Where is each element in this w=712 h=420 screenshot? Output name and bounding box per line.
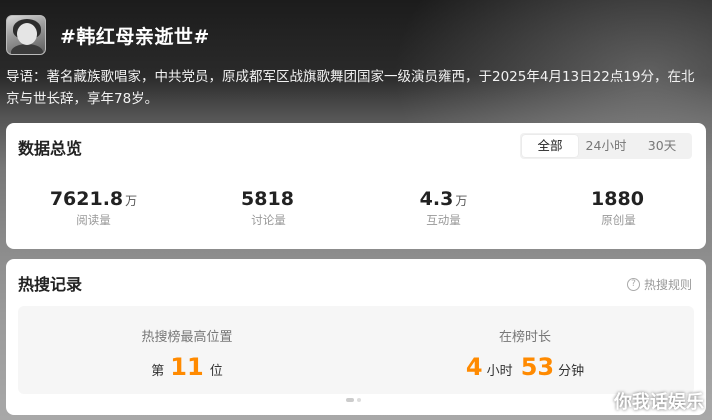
stats-row: 7621.8 万 阅读量 5818 讨论量 4.3 万 互动量 1880 原创量 — [6, 188, 706, 228]
stat-interactions: 4.3 万 互动量 — [356, 188, 531, 228]
peak-value-row: 第 11 位 — [18, 353, 356, 381]
page-dot-active — [346, 398, 354, 402]
peak-prefix: 第 — [151, 364, 165, 379]
hot-search-title: 热搜记录 — [18, 275, 83, 294]
peak-value: 11 — [170, 353, 204, 381]
tab-30d[interactable]: 30天 — [634, 135, 690, 157]
topic-title: #韩红母亲逝世# — [60, 25, 210, 48]
duration-minutes: 53 — [520, 353, 555, 381]
stat-reads: 7621.8 万 阅读量 — [6, 188, 181, 228]
peak-suffix: 位 — [209, 364, 223, 379]
stat-originals: 1880 原创量 — [531, 188, 706, 228]
stat-value: 7621.8 — [49, 188, 124, 210]
topic-header: #韩红母亲逝世# — [6, 14, 210, 56]
minutes-unit: 分钟 — [558, 364, 585, 379]
stat-label: 阅读量 — [76, 213, 111, 227]
rules-label: 热搜规则 — [643, 278, 692, 292]
stat-value: 5818 — [241, 188, 294, 210]
hot-search-rules-link[interactable]: ? 热搜规则 — [626, 276, 692, 293]
peak-label: 热搜榜最高位置 — [141, 330, 233, 345]
duration-hours: 4 — [465, 353, 483, 381]
topic-avatar[interactable] — [6, 15, 46, 55]
stat-label: 讨论量 — [251, 213, 286, 227]
stat-unit: 万 — [125, 194, 138, 208]
duration-label: 在榜时长 — [498, 330, 551, 345]
stat-discussions: 5818 讨论量 — [181, 188, 356, 228]
page-dot — [357, 398, 361, 402]
on-list-duration: 在榜时长 4 小时 53 分钟 — [356, 306, 694, 394]
topic-intro: 导语：著名藏族歌唱家，中共党员，原成都军区战旗歌舞团国家一级演员雍西，于2025… — [6, 69, 695, 107]
stat-value: 1880 — [591, 188, 644, 210]
stat-value: 4.3 — [419, 188, 454, 210]
avatar-body — [11, 44, 43, 54]
peak-position: 热搜榜最高位置 第 11 位 — [18, 306, 356, 394]
hot-search-record-panel: 热搜榜最高位置 第 11 位 在榜时长 4 小时 53 分钟 — [18, 306, 694, 394]
hot-search-card: 热搜记录 ? 热搜规则 热搜榜最高位置 第 11 位 在榜时长 4 小时 53 分钟 — [6, 259, 706, 415]
watermark: 你我话娱乐 — [614, 392, 704, 413]
question-icon: ? — [626, 278, 640, 291]
duration-value-row: 4 小时 53 分钟 — [356, 353, 694, 381]
hours-unit: 小时 — [486, 364, 513, 379]
avatar-face — [17, 23, 37, 45]
data-overview-card: 数据总览 全部 24小时 30天 7621.8 万 阅读量 5818 讨论量 4.… — [6, 123, 706, 249]
stat-unit: 万 — [455, 194, 468, 208]
stat-label: 原创量 — [601, 213, 636, 227]
tab-24h[interactable]: 24小时 — [578, 135, 634, 157]
overview-title: 数据总览 — [18, 139, 83, 158]
time-range-segmented-control: 全部 24小时 30天 — [520, 133, 692, 159]
tab-all[interactable]: 全部 — [522, 135, 578, 157]
stat-label: 互动量 — [426, 213, 461, 227]
pagination-dots[interactable] — [346, 398, 361, 402]
